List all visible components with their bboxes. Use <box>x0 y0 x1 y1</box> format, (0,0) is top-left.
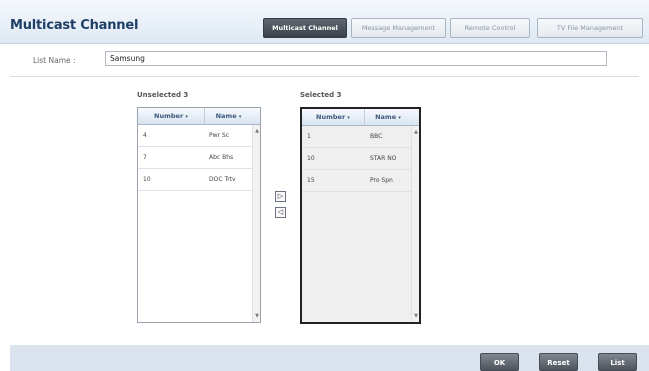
unselected-number-column-header[interactable]: Number ▾ <box>138 108 204 125</box>
selected-list[interactable]: Number ▾ Name ▾ 1 BBC 10 STAR NO 15 Pro … <box>300 107 421 324</box>
channel-name: Pwr Sc <box>209 132 230 139</box>
selected-caption: Selected 3 <box>300 91 342 99</box>
unselected-list[interactable]: Number ▾ Name ▾ 4 Pwr Sc 7 Abc Bhs 10 DO… <box>137 107 261 323</box>
selected-list-header: Number ▾ Name ▾ <box>302 109 419 126</box>
scroll-down-icon[interactable]: ▼ <box>254 312 260 320</box>
selected-name-column-header[interactable]: Name ▾ <box>365 109 411 126</box>
channel-number: 10 <box>143 176 151 183</box>
channel-number: 4 <box>143 132 147 139</box>
list-name-input[interactable]: Samsung <box>105 51 607 66</box>
list-button[interactable]: List <box>598 353 637 371</box>
channel-number: 10 <box>307 155 315 162</box>
channel-name: DOC Trtv <box>209 176 236 183</box>
list-item[interactable]: 15 Pro Spn <box>302 170 411 192</box>
scroll-up-icon[interactable]: ▲ <box>254 127 260 135</box>
reset-button[interactable]: Reset <box>539 353 578 371</box>
channel-name: Pro Spn <box>370 177 393 184</box>
channel-number: 7 <box>143 154 147 161</box>
tab-multicast-channel[interactable]: Multicast Channel <box>263 18 347 38</box>
scrollbar[interactable]: ▲ ▼ <box>252 125 260 322</box>
scrollbar[interactable]: ▲ ▼ <box>411 126 419 322</box>
remove-channel-button[interactable]: ◁ <box>275 207 286 218</box>
channel-number: 15 <box>307 177 315 184</box>
list-item[interactable]: 4 Pwr Sc <box>138 125 252 147</box>
tab-message-management[interactable]: Message Management <box>351 18 446 38</box>
tab-tv-file-management[interactable]: TV File Management <box>537 18 643 38</box>
sort-arrow-icon: ▾ <box>185 114 188 120</box>
list-item[interactable]: 10 DOC Trtv <box>138 169 252 191</box>
unselected-list-header: Number ▾ Name ▾ <box>138 108 260 125</box>
channel-name: Abc Bhs <box>209 154 234 161</box>
list-item[interactable]: 1 BBC <box>302 126 411 148</box>
page-title: Multicast Channel <box>10 18 139 33</box>
sort-arrow-icon: ▾ <box>238 114 242 120</box>
channel-name: STAR NO <box>370 155 397 162</box>
list-item[interactable]: 10 STAR NO <box>302 148 411 170</box>
scroll-down-icon[interactable]: ▼ <box>413 312 419 320</box>
selected-number-column-header[interactable]: Number ▾ <box>302 109 364 126</box>
add-channel-button[interactable]: ▷ <box>275 191 286 202</box>
sort-arrow-icon: ▾ <box>398 115 401 121</box>
tab-remote-control[interactable]: Remote Control <box>450 18 530 38</box>
sort-arrow-icon: ▾ <box>347 115 350 121</box>
list-name-label: List Name : <box>33 56 76 65</box>
list-item[interactable]: 7 Abc Bhs <box>138 147 252 169</box>
divider <box>10 76 639 77</box>
channel-number: 1 <box>307 133 311 140</box>
channel-name: BBC <box>370 133 383 140</box>
unselected-name-column-header[interactable]: Name ▾ <box>205 108 252 125</box>
unselected-caption: Unselected 3 <box>137 91 189 99</box>
scroll-up-icon[interactable]: ▲ <box>413 128 419 136</box>
ok-button[interactable]: OK <box>480 353 519 371</box>
